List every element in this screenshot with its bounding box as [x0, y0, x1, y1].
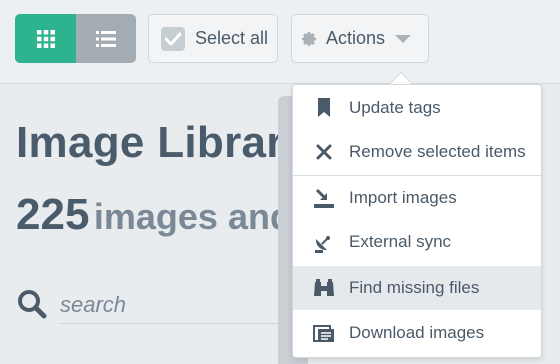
search-bar — [16, 286, 316, 326]
actions-button[interactable]: Actions — [291, 14, 429, 63]
menu-item-label: Update tags — [349, 98, 441, 117]
select-all-label: Select all — [195, 28, 269, 48]
page-title: Image Library — [16, 118, 309, 167]
chevron-down-icon — [395, 34, 412, 43]
search-input[interactable] — [60, 286, 300, 324]
menu-item-label: Remove selected items — [349, 142, 526, 161]
import-icon — [313, 187, 335, 209]
checkbox[interactable] — [161, 26, 185, 51]
actions-label: Actions — [326, 28, 386, 48]
binoculars-icon — [313, 277, 335, 299]
menu-item-label: External sync — [349, 232, 452, 251]
page-subtitle: 225 images and — [16, 190, 292, 240]
menu-item-import-images[interactable]: Import images — [293, 176, 541, 220]
menu-item-external-sync[interactable]: External sync — [293, 220, 541, 264]
menu-item-label: Import images — [349, 188, 457, 207]
actions-dropdown-menu: Update tags Remove selected items Import… — [292, 84, 542, 358]
gear-icon — [301, 31, 317, 46]
menu-item-label: Download images — [349, 323, 485, 342]
menu-item-remove-selected[interactable]: Remove selected items — [293, 130, 541, 174]
subtitle-text: images and — [93, 196, 292, 237]
list-icon — [96, 30, 116, 47]
check-icon — [165, 32, 181, 45]
menu-item-find-missing-files[interactable]: Find missing files — [293, 266, 541, 310]
image-count: 225 — [16, 190, 90, 239]
bookmark-icon — [313, 97, 335, 119]
search-icon — [16, 288, 48, 325]
download-icon — [313, 322, 335, 344]
toolbar: Select all Actions — [0, 0, 560, 84]
menu-item-update-tags[interactable]: Update tags — [293, 86, 541, 130]
satellite-icon — [313, 231, 335, 253]
view-toggle — [15, 14, 136, 63]
menu-item-download-images[interactable]: Download images — [293, 311, 541, 355]
menu-item-label: Find missing files — [349, 278, 480, 297]
select-all-button[interactable]: Select all — [148, 14, 278, 63]
grid-view-button[interactable] — [15, 14, 76, 63]
grid-icon — [36, 29, 55, 48]
list-view-button[interactable] — [76, 14, 136, 63]
close-icon — [313, 141, 335, 163]
